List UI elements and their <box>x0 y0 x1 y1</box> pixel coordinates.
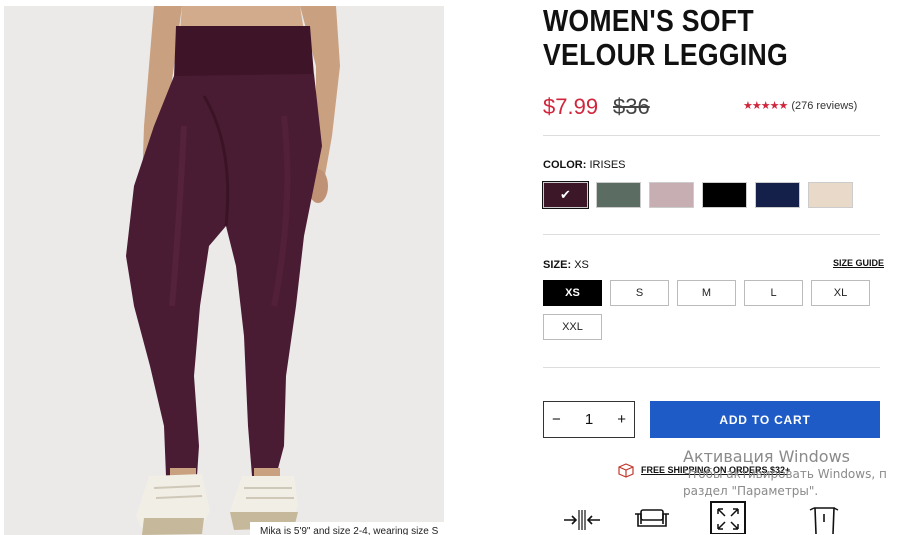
size-option-xs[interactable]: XS <box>543 280 602 306</box>
size-option-m[interactable]: M <box>677 280 736 306</box>
size-guide-link[interactable]: SIZE GUIDE <box>833 258 884 268</box>
color-swatch-mauve[interactable] <box>649 182 694 208</box>
original-price: $36 <box>613 94 650 119</box>
compression-icon <box>564 510 600 530</box>
color-swatch-navy[interactable] <box>755 182 800 208</box>
star-rating-icon: ★★★★★ <box>743 100 788 112</box>
product-image[interactable]: Mika is 5'9" and size 2-4, wearing size … <box>4 6 444 535</box>
selected-size: XS <box>574 259 589 271</box>
divider <box>543 135 880 136</box>
size-option-xxl[interactable]: XXL <box>543 314 602 340</box>
add-to-cart-button[interactable]: ADD TO CART <box>650 401 880 438</box>
legging-model-illustration <box>4 6 444 535</box>
size-options: XS S M L XL XXL <box>543 280 883 340</box>
color-swatch-green[interactable] <box>596 182 641 208</box>
windows-activation-watermark: Активация Windows Чтобы активировать Win… <box>683 447 887 498</box>
size-label: SIZE: XS <box>543 259 589 271</box>
quantity-value[interactable]: 1 <box>585 411 593 428</box>
color-label: COLOR: IRISES <box>543 159 626 171</box>
selected-color: IRISES <box>589 159 626 171</box>
quantity-stepper: − 1 + <box>543 401 635 438</box>
divider <box>543 367 880 368</box>
color-swatches: ✔ <box>542 181 853 209</box>
color-swatch-irises[interactable]: ✔ <box>542 181 589 209</box>
size-option-l[interactable]: L <box>744 280 803 306</box>
feature-icons <box>560 500 860 535</box>
product-title: WOMEN'S SOFT VELOUR LEGGING <box>543 3 789 72</box>
stretch-icon <box>710 501 746 534</box>
checkmark-icon: ✔ <box>560 187 571 202</box>
sofa-icon <box>635 509 669 527</box>
sale-price: $7.99 <box>543 94 599 119</box>
review-count[interactable]: (276 reviews) <box>791 100 857 112</box>
size-option-xl[interactable]: XL <box>811 280 870 306</box>
rating[interactable]: ★★★★★ (276 reviews) <box>743 99 857 113</box>
color-swatch-beige[interactable] <box>808 182 853 208</box>
decrease-quantity-button[interactable]: − <box>552 411 561 428</box>
box-icon <box>618 463 634 478</box>
size-option-s[interactable]: S <box>610 280 669 306</box>
color-swatch-black[interactable] <box>702 182 747 208</box>
increase-quantity-button[interactable]: + <box>617 411 626 428</box>
leggings-icon <box>809 507 839 534</box>
divider <box>543 234 880 235</box>
image-caption: Mika is 5'9" and size 2-4, wearing size … <box>250 522 444 535</box>
